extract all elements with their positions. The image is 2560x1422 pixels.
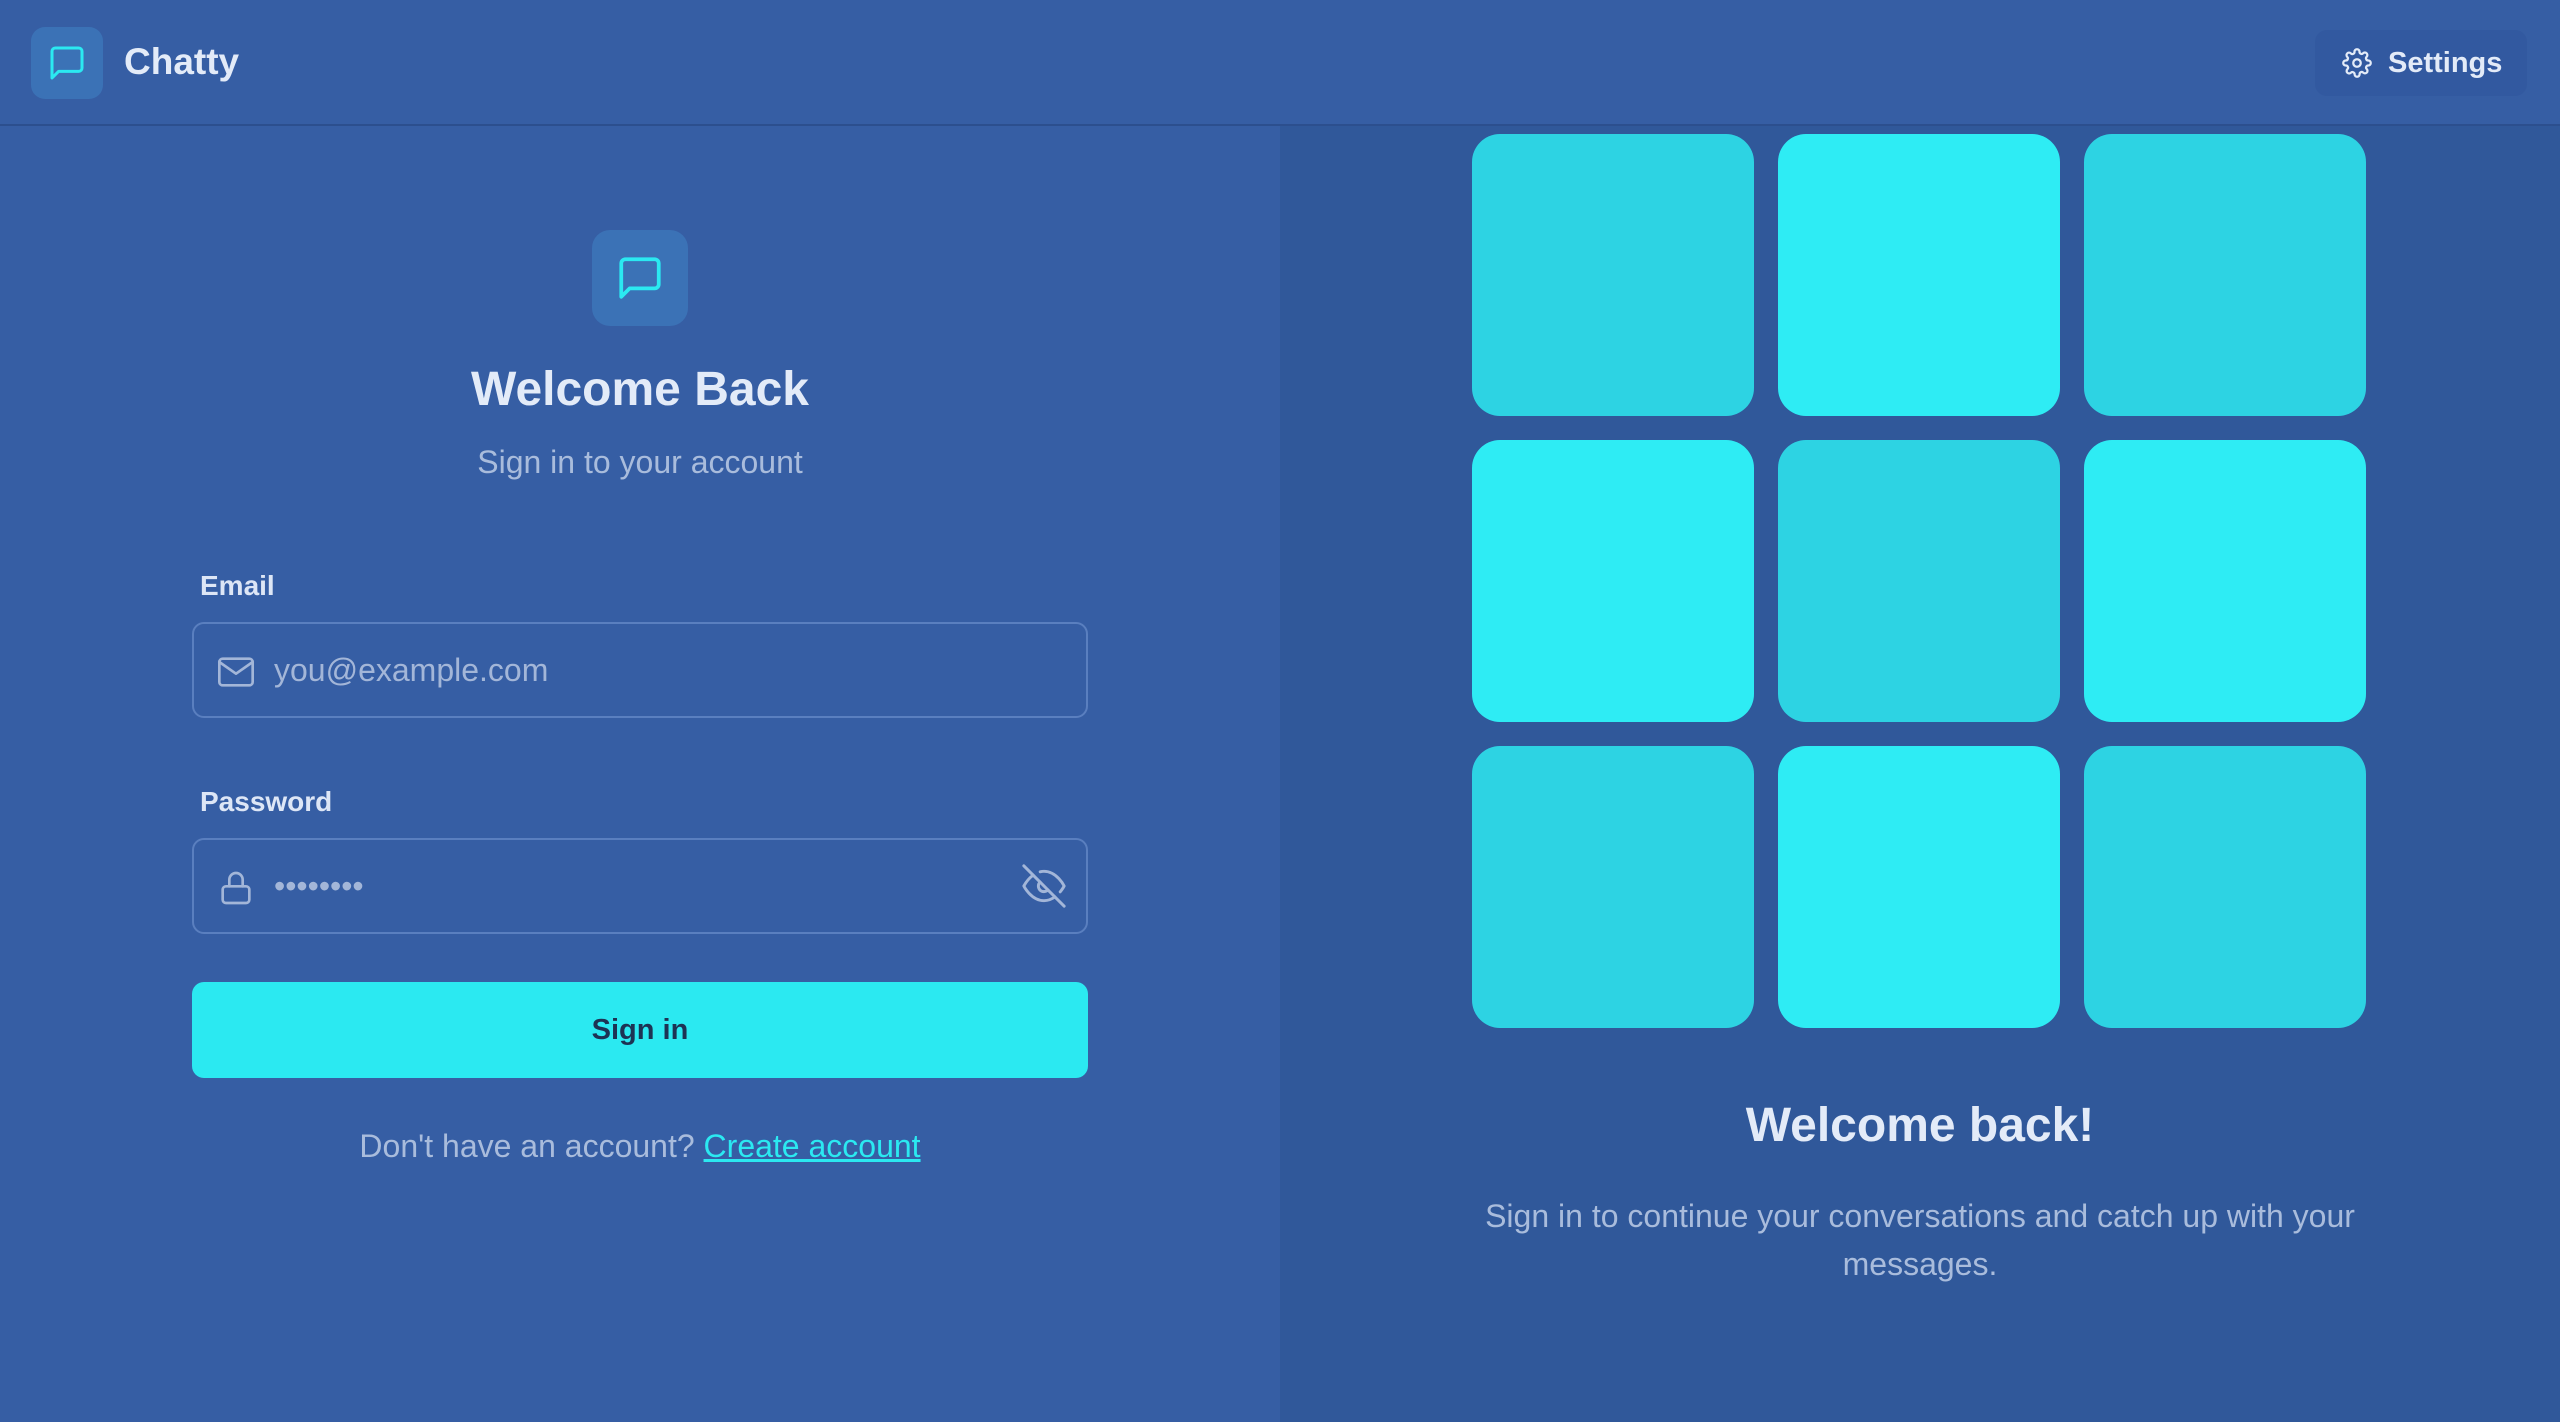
pattern-tile bbox=[1778, 746, 2060, 1028]
create-account-link[interactable]: Create account bbox=[704, 1128, 921, 1164]
pattern-tile bbox=[2084, 440, 2366, 722]
mail-icon bbox=[218, 657, 255, 687]
login-logo bbox=[592, 230, 688, 326]
signup-prompt: Don't have an account? Create account bbox=[0, 1126, 1280, 1166]
pattern-tile bbox=[1778, 134, 2060, 416]
pattern-tile bbox=[1472, 134, 1754, 416]
pattern-tile bbox=[1472, 440, 1754, 722]
signup-prompt-text: Don't have an account? bbox=[359, 1128, 695, 1164]
pattern-tile bbox=[1778, 440, 2060, 722]
password-input[interactable] bbox=[274, 840, 974, 932]
password-label: Password bbox=[200, 786, 333, 817]
pattern-tile bbox=[2084, 134, 2366, 416]
login-subtitle: Sign in to your account bbox=[477, 444, 803, 480]
gear-icon bbox=[2342, 48, 2372, 78]
eye-off-icon[interactable] bbox=[1022, 864, 1066, 908]
email-label: Email bbox=[200, 570, 275, 601]
password-field[interactable] bbox=[192, 838, 1088, 934]
login-panel: Welcome Back Sign in to your account Ema… bbox=[0, 126, 1280, 1422]
app-header: Chatty Settings bbox=[0, 0, 2560, 126]
sign-in-button[interactable]: Sign in bbox=[192, 982, 1088, 1078]
message-square-icon bbox=[619, 257, 661, 299]
app-logo[interactable] bbox=[31, 27, 103, 99]
email-input[interactable] bbox=[274, 624, 974, 716]
settings-button[interactable]: Settings bbox=[2315, 30, 2527, 96]
email-field[interactable] bbox=[192, 622, 1088, 718]
lock-icon bbox=[221, 871, 251, 905]
promo-panel: Welcome back! Sign in to continue your c… bbox=[1280, 126, 2560, 1422]
promo-title: Welcome back! bbox=[1745, 1099, 2095, 1152]
message-square-icon bbox=[50, 46, 84, 80]
settings-button-label: Settings bbox=[2388, 46, 2503, 79]
pattern-tile bbox=[1472, 746, 1754, 1028]
promo-subtitle: Sign in to continue your conversations a… bbox=[1485, 1198, 2355, 1282]
pattern-tile bbox=[2084, 746, 2366, 1028]
app-brand-name[interactable]: Chatty bbox=[124, 40, 239, 84]
login-title: Welcome Back bbox=[471, 363, 809, 416]
